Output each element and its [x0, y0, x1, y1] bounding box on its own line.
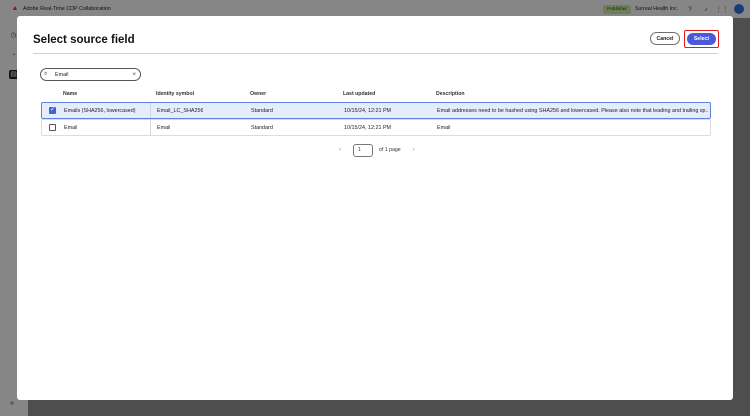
title-divider	[33, 53, 718, 54]
cell-owner: Standard	[251, 108, 273, 114]
chevron-left-icon[interactable]: ‹	[335, 147, 345, 153]
chevron-right-icon[interactable]: ›	[409, 147, 419, 153]
row-checkbox[interactable]: ✓	[49, 107, 56, 114]
search-field[interactable]: ⌕ Email ×	[40, 68, 141, 81]
cell-identity: Email	[157, 125, 171, 131]
column-divider	[150, 103, 151, 118]
column-header-description[interactable]: Description	[436, 91, 465, 97]
table-row[interactable]: ✓ Emails (SHA256, lowercased) Email_LC_S…	[41, 102, 711, 119]
select-button[interactable]: Select	[687, 33, 716, 45]
page-count-label: of 1 page	[379, 147, 401, 153]
column-divider	[150, 120, 151, 135]
table-row[interactable]: Email Email Standard 10/15/24, 12:21 PM …	[41, 119, 711, 136]
column-header-name[interactable]: Name	[63, 91, 77, 97]
pagination: ‹ 1 of 1 page ›	[335, 143, 419, 157]
column-header-identity[interactable]: Identity symbol	[156, 91, 194, 97]
clear-search-icon[interactable]: ×	[132, 72, 136, 78]
cell-description: Email	[437, 125, 451, 131]
cell-identity: Email_LC_SHA256	[157, 108, 204, 114]
dialog-title: Select source field	[33, 34, 135, 46]
cell-owner: Standard	[251, 125, 273, 131]
search-input[interactable]: Email	[55, 72, 132, 78]
cancel-button[interactable]: Cancel	[650, 32, 680, 45]
search-icon: ⌕	[44, 71, 48, 77]
cell-updated: 10/15/24, 12:21 PM	[344, 108, 392, 114]
cell-name: Email	[64, 125, 78, 131]
select-source-field-dialog: Select source field Cancel Select ⌕ Emai…	[17, 16, 733, 400]
page-number-input[interactable]: 1	[353, 143, 373, 157]
column-header-owner[interactable]: Owner	[250, 91, 266, 97]
cell-updated: 10/15/24, 12:21 PM	[344, 125, 392, 131]
column-header-updated[interactable]: Last updated	[343, 91, 375, 97]
cell-description: Email addresses need to be hashed using …	[437, 108, 709, 114]
table-header: Name Identity symbol Owner Last updated …	[41, 90, 711, 100]
cell-name: Emails (SHA256, lowercased)	[64, 108, 136, 114]
row-checkbox[interactable]	[49, 124, 56, 131]
